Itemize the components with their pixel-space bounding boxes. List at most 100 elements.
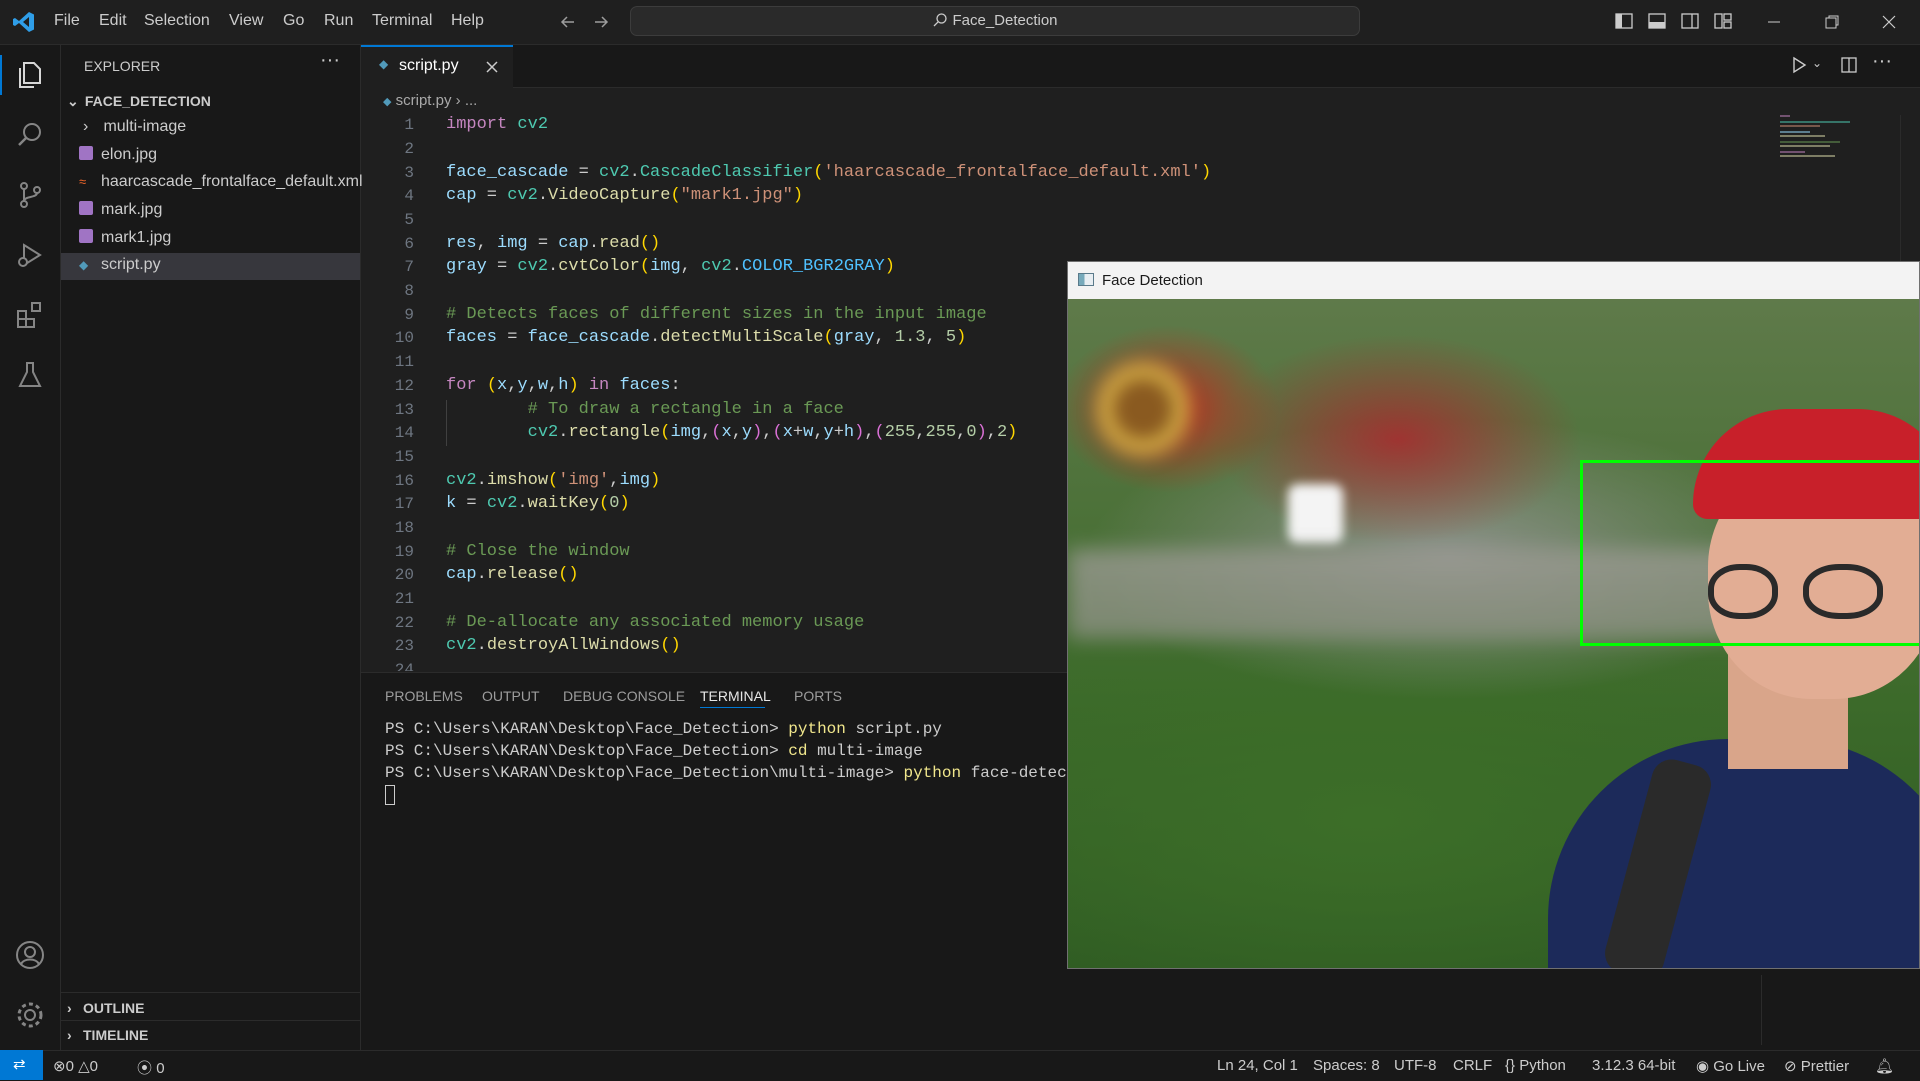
search-view-icon[interactable]	[14, 119, 46, 151]
outline-section[interactable]: › OUTLINE	[67, 1000, 144, 1016]
terminal-command: python	[903, 764, 962, 782]
face-window-title: Face Detection	[1102, 272, 1203, 289]
back-arrow-icon[interactable]	[558, 12, 578, 32]
language-mode[interactable]: {} Python	[1505, 1057, 1566, 1074]
explorer-icon[interactable]	[14, 59, 46, 91]
line-number: 13	[394, 401, 414, 419]
editor-more-actions-icon[interactable]: ···	[1872, 50, 1892, 73]
line-number: 16	[394, 472, 414, 490]
line-number: 14	[394, 424, 414, 442]
go-live[interactable]: ◉ Go Live	[1696, 1057, 1765, 1075]
code-line: # To draw a rectangle in a face	[527, 400, 844, 419]
cursor-position[interactable]: Ln 24, Col 1	[1217, 1057, 1298, 1074]
customize-layout-icon[interactable]	[1713, 11, 1733, 31]
tree-item-file[interactable]: mark1.jpg	[79, 229, 171, 247]
source-control-icon[interactable]	[14, 179, 46, 211]
panel-tab-terminal[interactable]: TERMINAL	[700, 688, 771, 704]
tree-item-file[interactable]: elon.jpg	[79, 146, 157, 164]
chevron-right-icon: ›	[67, 1000, 72, 1016]
terminal-line: PS C:\Users\KARAN\Desktop\Face_Detection…	[385, 742, 923, 760]
person-shirt	[1548, 739, 1919, 968]
face-detection-box	[1580, 460, 1919, 646]
indent-guide	[446, 400, 447, 446]
notifications-bell-icon[interactable]: 🔔︎	[1875, 1057, 1894, 1075]
encoding[interactable]: UTF-8	[1394, 1057, 1437, 1074]
run-python-file-icon[interactable]	[1790, 56, 1808, 74]
indentation[interactable]: Spaces: 8	[1313, 1057, 1380, 1074]
breadcrumb[interactable]: ◆ script.py › ...	[383, 92, 477, 109]
python-interpreter[interactable]: 3.12.3 64-bit	[1592, 1057, 1675, 1074]
timeline-section[interactable]: › TIMELINE	[67, 1027, 148, 1043]
line-number: 1	[404, 116, 414, 134]
run-debug-icon[interactable]	[14, 239, 46, 271]
menu-go[interactable]: Go	[283, 12, 304, 30]
menu-selection[interactable]: Selection	[144, 12, 210, 30]
menu-run[interactable]: Run	[324, 12, 353, 30]
terminal-prompt: PS C:\Users\KARAN\Desktop\Face_Detection…	[385, 764, 904, 782]
face-detection-window[interactable]: Face Detection	[1067, 261, 1920, 969]
code-line: face_cascade = cv2.CascadeClassifier('ha…	[446, 163, 1212, 182]
tab-script-py[interactable]: ◆ script.py	[361, 45, 513, 88]
more-actions-icon[interactable]: ···	[320, 49, 340, 72]
minimize-icon[interactable]	[1766, 14, 1782, 30]
face-window-titlebar[interactable]: Face Detection	[1068, 262, 1919, 299]
line-number: 3	[404, 164, 414, 182]
breadcrumb-rest[interactable]: ...	[465, 92, 478, 109]
tab-label: script.py	[399, 57, 459, 74]
close-window-icon[interactable]	[1881, 14, 1897, 30]
split-editor-icon[interactable]	[1840, 56, 1858, 74]
tree-item-file-selected[interactable]: ◆ script.py	[79, 256, 161, 274]
line-number: 20	[394, 566, 414, 584]
command-center-search[interactable]: Face_Detection	[630, 6, 1360, 36]
panel-tab-output[interactable]: OUTPUT	[482, 688, 540, 704]
menu-terminal[interactable]: Terminal	[372, 12, 432, 30]
panel-tab-problems[interactable]: PROBLEMS	[385, 688, 463, 704]
tree-item-file[interactable]: mark.jpg	[79, 201, 162, 219]
menu-help[interactable]: Help	[451, 12, 484, 30]
toggle-secondary-sidebar-icon[interactable]	[1680, 11, 1700, 31]
active-tab-underline	[700, 707, 765, 708]
breadcrumb-file[interactable]: script.py	[396, 92, 452, 109]
code-line: import cv2	[446, 115, 549, 134]
tree-item-label: mark1.jpg	[101, 229, 172, 246]
terminal-command: python	[788, 720, 846, 738]
testing-flask-icon[interactable]	[14, 359, 46, 391]
search-icon	[934, 13, 948, 27]
restore-icon[interactable]	[1824, 14, 1840, 30]
problems-indicator[interactable]: ⊗0 △0	[53, 1057, 98, 1075]
explorer-title: EXPLORER	[84, 58, 161, 74]
terminal-cursor[interactable]	[385, 785, 395, 805]
panel-tab-debug-console[interactable]: DEBUG CONSOLE	[563, 688, 685, 704]
remote-indicator[interactable]: ⇄	[0, 1050, 43, 1080]
close-tab-icon[interactable]	[485, 60, 499, 74]
chevron-right-icon: ›	[83, 118, 89, 135]
chevron-down-icon: ⌄	[67, 93, 79, 109]
tree-item-file[interactable]: ≈ haarcascade_frontalface_default.xml	[79, 173, 363, 191]
tree-item-folder[interactable]: › multi-image	[83, 118, 186, 136]
project-folder-header[interactable]: ⌄ FACE_DETECTION	[67, 93, 211, 110]
code-line: gray = cv2.cvtColor(img, cv2.COLOR_BGR2G…	[446, 257, 895, 276]
prettier[interactable]: ⊘ Prettier	[1784, 1057, 1849, 1075]
extensions-icon[interactable]	[14, 299, 46, 331]
menu-view[interactable]: View	[229, 12, 263, 30]
toggle-panel-icon[interactable]	[1647, 11, 1667, 31]
toggle-sidebar-icon[interactable]	[1614, 11, 1634, 31]
activity-bar	[0, 45, 61, 1050]
forward-arrow-icon[interactable]	[591, 12, 611, 32]
ports-indicator[interactable]: ⦿ 0	[137, 1057, 165, 1078]
braces-icon: {}	[1505, 1057, 1516, 1074]
run-dropdown-icon[interactable]: ⌄	[1812, 56, 1822, 70]
menu-edit[interactable]: Edit	[99, 12, 127, 30]
line-number: 24	[394, 661, 414, 671]
prettier-label: Prettier	[1800, 1058, 1850, 1075]
broadcast-icon: ⦿	[137, 1060, 153, 1077]
account-icon[interactable]	[14, 939, 46, 971]
terminal-command: cd	[788, 742, 808, 760]
code-line: k = cv2.waitKey(0)	[446, 494, 630, 513]
menu-file[interactable]: File	[54, 12, 80, 30]
line-number: 19	[394, 543, 414, 561]
end-of-line[interactable]: CRLF	[1453, 1057, 1492, 1074]
panel-tab-ports[interactable]: PORTS	[794, 688, 842, 704]
minimap[interactable]	[1780, 115, 1860, 165]
settings-gear-icon[interactable]	[14, 999, 46, 1031]
